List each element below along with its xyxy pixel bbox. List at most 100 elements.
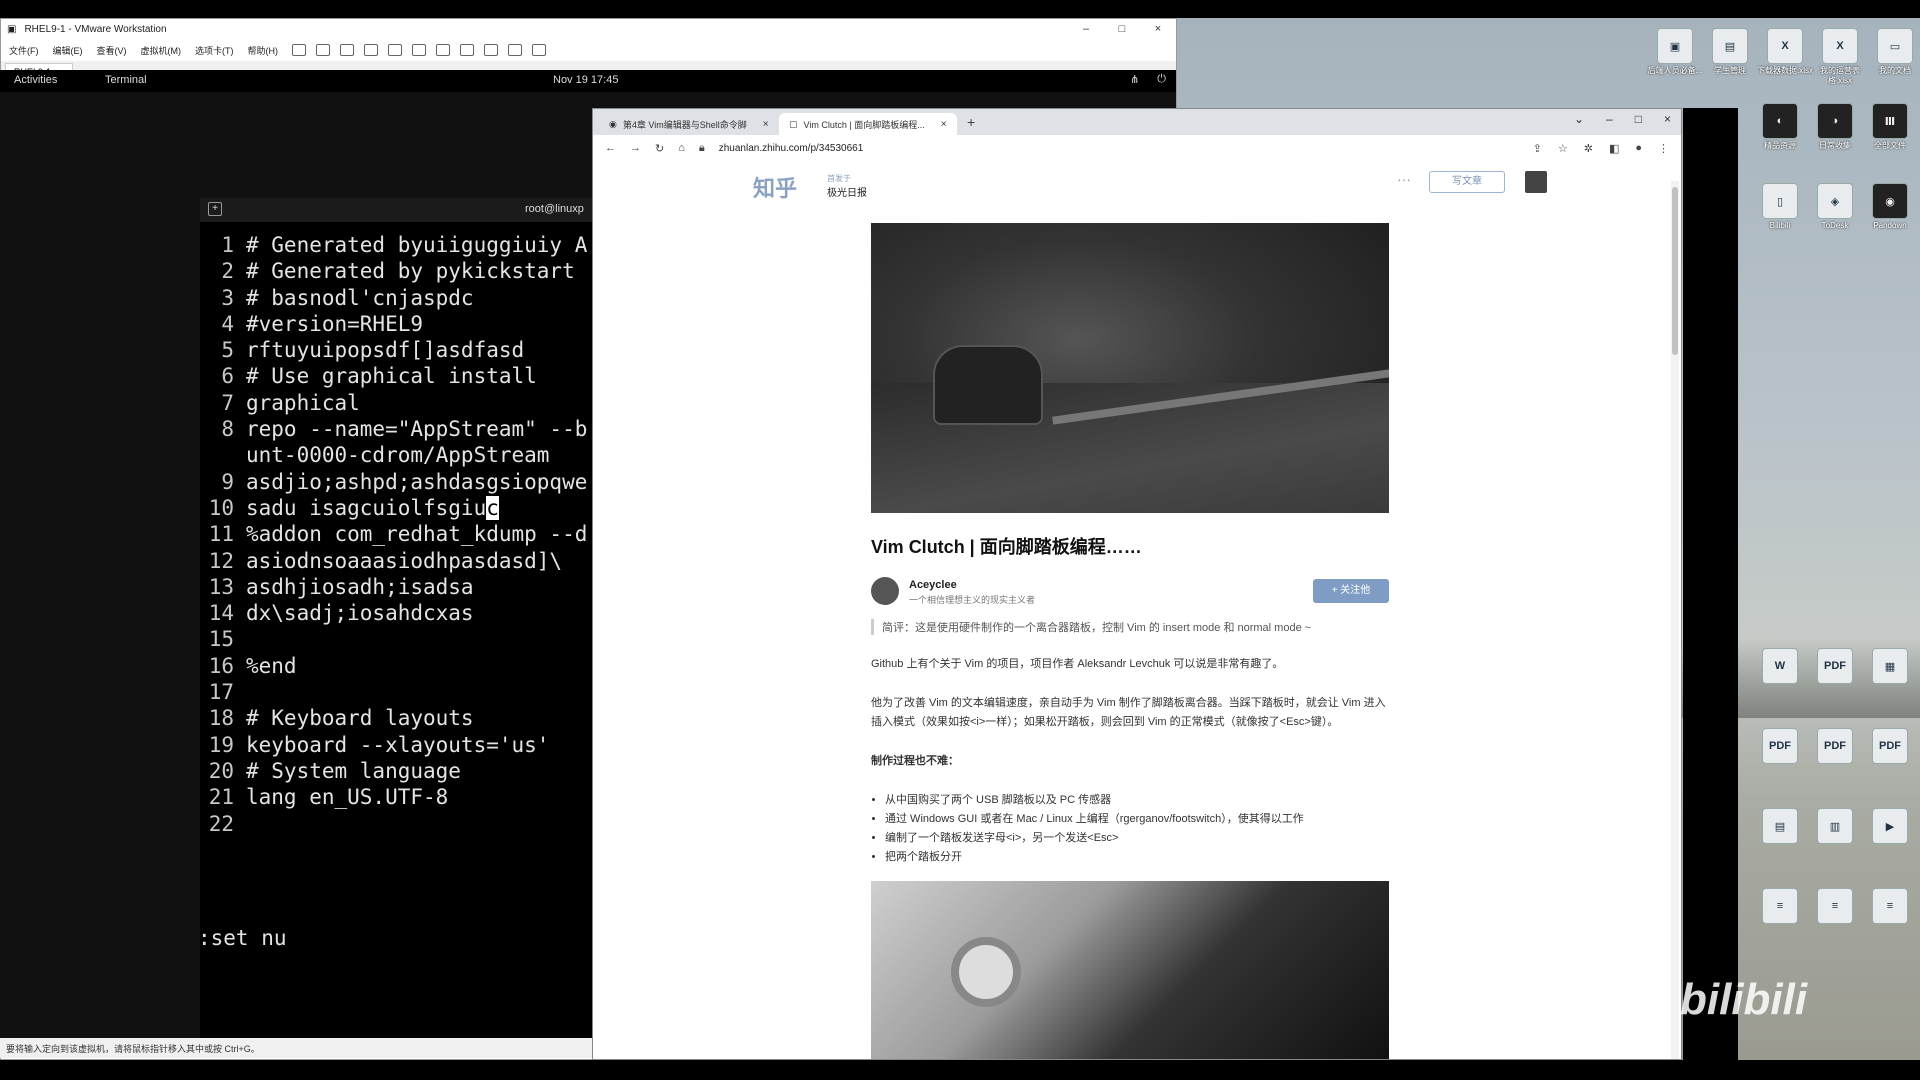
library-icon[interactable] xyxy=(412,44,426,56)
menu-help[interactable]: 帮助(H) xyxy=(248,44,279,57)
desktop-icon-23[interactable]: ≡ xyxy=(1862,888,1918,926)
vim-line: 16 %end xyxy=(200,653,587,679)
desktop-icon-15[interactable]: PDF xyxy=(1752,728,1808,766)
desktop-icon-8[interactable]: Ⅲ 全部文件 xyxy=(1862,103,1918,151)
desktop-icon-2[interactable]: ▤ 学生管理 xyxy=(1702,28,1758,76)
send-keys-icon[interactable] xyxy=(316,44,330,56)
new-tab-icon[interactable]: + xyxy=(208,202,222,216)
zhihu-favicon-icon: ▢ xyxy=(789,118,798,129)
menu-edit[interactable]: 编辑(E) xyxy=(53,44,83,57)
snapshot-manager-icon[interactable] xyxy=(388,44,402,56)
reload-icon[interactable]: ↻ xyxy=(655,142,664,155)
desktop-icon-18[interactable]: ▤ xyxy=(1752,808,1808,846)
revert-snapshot-icon[interactable] xyxy=(364,44,378,56)
maximize-button[interactable]: □ xyxy=(1104,23,1140,35)
desktop-icon-11[interactable]: ◉ Pandown xyxy=(1862,183,1918,231)
column-link[interactable]: 极光日报 xyxy=(827,184,867,199)
line-number: 13 xyxy=(208,574,234,599)
close-button[interactable]: × xyxy=(1140,23,1176,35)
clock[interactable]: Nov 19 17:45 xyxy=(553,74,618,86)
desktop-icon-16[interactable]: PDF xyxy=(1807,728,1863,766)
article: Vim Clutch | 面向脚踏板编程…… Aceyclee 一个相信理想主义… xyxy=(871,223,1389,1059)
desktop-icon-12[interactable]: W xyxy=(1752,648,1808,686)
close-icon[interactable]: × xyxy=(941,119,947,130)
power-icon[interactable]: ⏻ xyxy=(1157,73,1166,86)
maximize-icon[interactable]: □ xyxy=(1635,112,1642,126)
desktop-icon-22[interactable]: ≡ xyxy=(1807,888,1863,926)
minimize-button[interactable]: – xyxy=(1068,23,1104,35)
line-number: 21 xyxy=(208,785,234,810)
desktop-icon-19[interactable]: ▥ xyxy=(1807,808,1863,846)
line-number: 8 xyxy=(221,417,234,442)
profile-icon[interactable]: ● xyxy=(1635,142,1642,155)
article-photo xyxy=(871,881,1389,1059)
forward-icon[interactable]: → xyxy=(630,142,641,154)
new-tab-button[interactable]: + xyxy=(967,114,975,130)
terminal-window[interactable]: + root@linuxp 1 # Generated byuiiguggiuiy… xyxy=(198,198,600,1038)
home-icon[interactable]: ⌂ xyxy=(678,142,685,154)
desktop-icon-21[interactable]: ≡ xyxy=(1752,888,1808,926)
video-icon: ▶ xyxy=(1872,808,1908,844)
line-text: asdjio;ashpd;ashdasgsiopqwe xyxy=(246,469,588,494)
address-bar[interactable]: zhuanlan.zhihu.com/p/34530661 xyxy=(719,143,864,154)
page-scrollbar[interactable] xyxy=(1671,181,1679,1059)
user-avatar[interactable] xyxy=(1525,171,1547,193)
back-icon[interactable]: ← xyxy=(605,142,616,154)
tab-search-icon[interactable]: ⌄ xyxy=(1574,112,1584,126)
fullscreen-icon[interactable] xyxy=(460,44,474,56)
sidepanel-icon[interactable]: ◧ xyxy=(1609,142,1619,155)
stretch-icon[interactable] xyxy=(532,44,546,56)
desktop-icon-17[interactable]: PDF xyxy=(1862,728,1918,766)
desktop-icon-20[interactable]: ▶ xyxy=(1862,808,1918,846)
thumbnail-icon[interactable] xyxy=(436,44,450,56)
menu-tabs[interactable]: 选项卡(T) xyxy=(195,44,234,57)
menu-icon[interactable]: ⋮ xyxy=(1658,142,1669,155)
snapshot-icon[interactable] xyxy=(340,44,354,56)
list-item: 通过 Windows GUI 或者在 Mac / Linux 上编程（rgerg… xyxy=(885,810,1389,829)
extensions-icon[interactable]: ✲ xyxy=(1584,142,1593,155)
close-icon[interactable]: × xyxy=(1664,112,1671,126)
close-icon[interactable]: × xyxy=(763,119,769,130)
network-icon[interactable]: ⋔ xyxy=(1130,73,1139,86)
desktop-icon-4[interactable]: X 我的运营表格.xlsx xyxy=(1812,28,1868,86)
menu-file[interactable]: 文件(F) xyxy=(9,44,39,57)
desktop-icon-10[interactable]: ◈ ToDesk xyxy=(1807,183,1863,231)
desktop-icon-5[interactable]: ▭ 我的文档 xyxy=(1867,28,1920,76)
file-icon: ▯ xyxy=(1762,183,1798,219)
vim-line: 1 # Generated byuiiguggiuiy A xyxy=(200,232,587,258)
write-article-button[interactable]: 写文章 xyxy=(1429,171,1505,193)
author-avatar[interactable] xyxy=(871,577,899,605)
terminal-app-menu[interactable]: Terminal xyxy=(105,74,147,86)
vim-buffer[interactable]: 1 # Generated byuiiguggiuiy A 2 # Generated… xyxy=(200,232,588,837)
desktop-icon-1[interactable]: ▣ 后端人员必备... xyxy=(1647,28,1703,76)
follow-button[interactable]: + 关注他 xyxy=(1313,579,1389,603)
desktop-icon-6[interactable]: ◐ 精品资源 xyxy=(1752,103,1808,151)
desktop-icon-14[interactable]: ▦ xyxy=(1862,648,1918,686)
vim-line: 13 asdhjiosadh;isadsa xyxy=(200,574,587,600)
desktop-icon-9[interactable]: ▯ Bilibili xyxy=(1752,183,1808,231)
line-text: # Use graphical install xyxy=(246,364,537,389)
watermark-text: 话 xyxy=(1638,1004,1668,1037)
vim-line: 3 # basnodl'cnjaspdc xyxy=(200,285,587,311)
tab-vim-chapter[interactable]: ◉ 第4章 Vim编辑器与Shell命令脚 × xyxy=(599,113,779,135)
menu-vm[interactable]: 虚拟机(M) xyxy=(141,44,182,57)
tab-vim-clutch[interactable]: ▢ Vim Clutch | 面向脚踏板编程... × xyxy=(779,113,957,135)
scrollbar-thumb[interactable] xyxy=(1672,187,1678,355)
pause-icon[interactable] xyxy=(292,44,306,56)
author-name[interactable]: Aceyclee xyxy=(909,579,957,591)
desktop-icon-13[interactable]: PDF xyxy=(1807,648,1863,686)
console-icon[interactable] xyxy=(508,44,522,56)
activities-button[interactable]: Activities xyxy=(14,74,57,86)
minimize-icon[interactable]: – xyxy=(1606,112,1613,126)
desktop-icon-7[interactable]: ◑ 日常收集 xyxy=(1807,103,1863,151)
unity-icon[interactable] xyxy=(484,44,498,56)
lock-icon[interactable]: 🔒︎ xyxy=(699,142,705,155)
zhihu-logo[interactable]: 知乎 xyxy=(753,171,797,203)
vim-line: 8 repo --name="AppStream" --b xyxy=(200,416,587,442)
bookmark-star-icon[interactable]: ☆ xyxy=(1558,142,1568,155)
share-icon[interactable]: ⇪ xyxy=(1533,142,1542,155)
menu-view[interactable]: 查看(V) xyxy=(97,44,127,57)
screen-bottom-edge xyxy=(0,1060,1920,1080)
more-icon[interactable]: ··· xyxy=(1397,171,1411,187)
desktop-icon-3[interactable]: X 下载器数据.xlsx xyxy=(1757,28,1813,76)
